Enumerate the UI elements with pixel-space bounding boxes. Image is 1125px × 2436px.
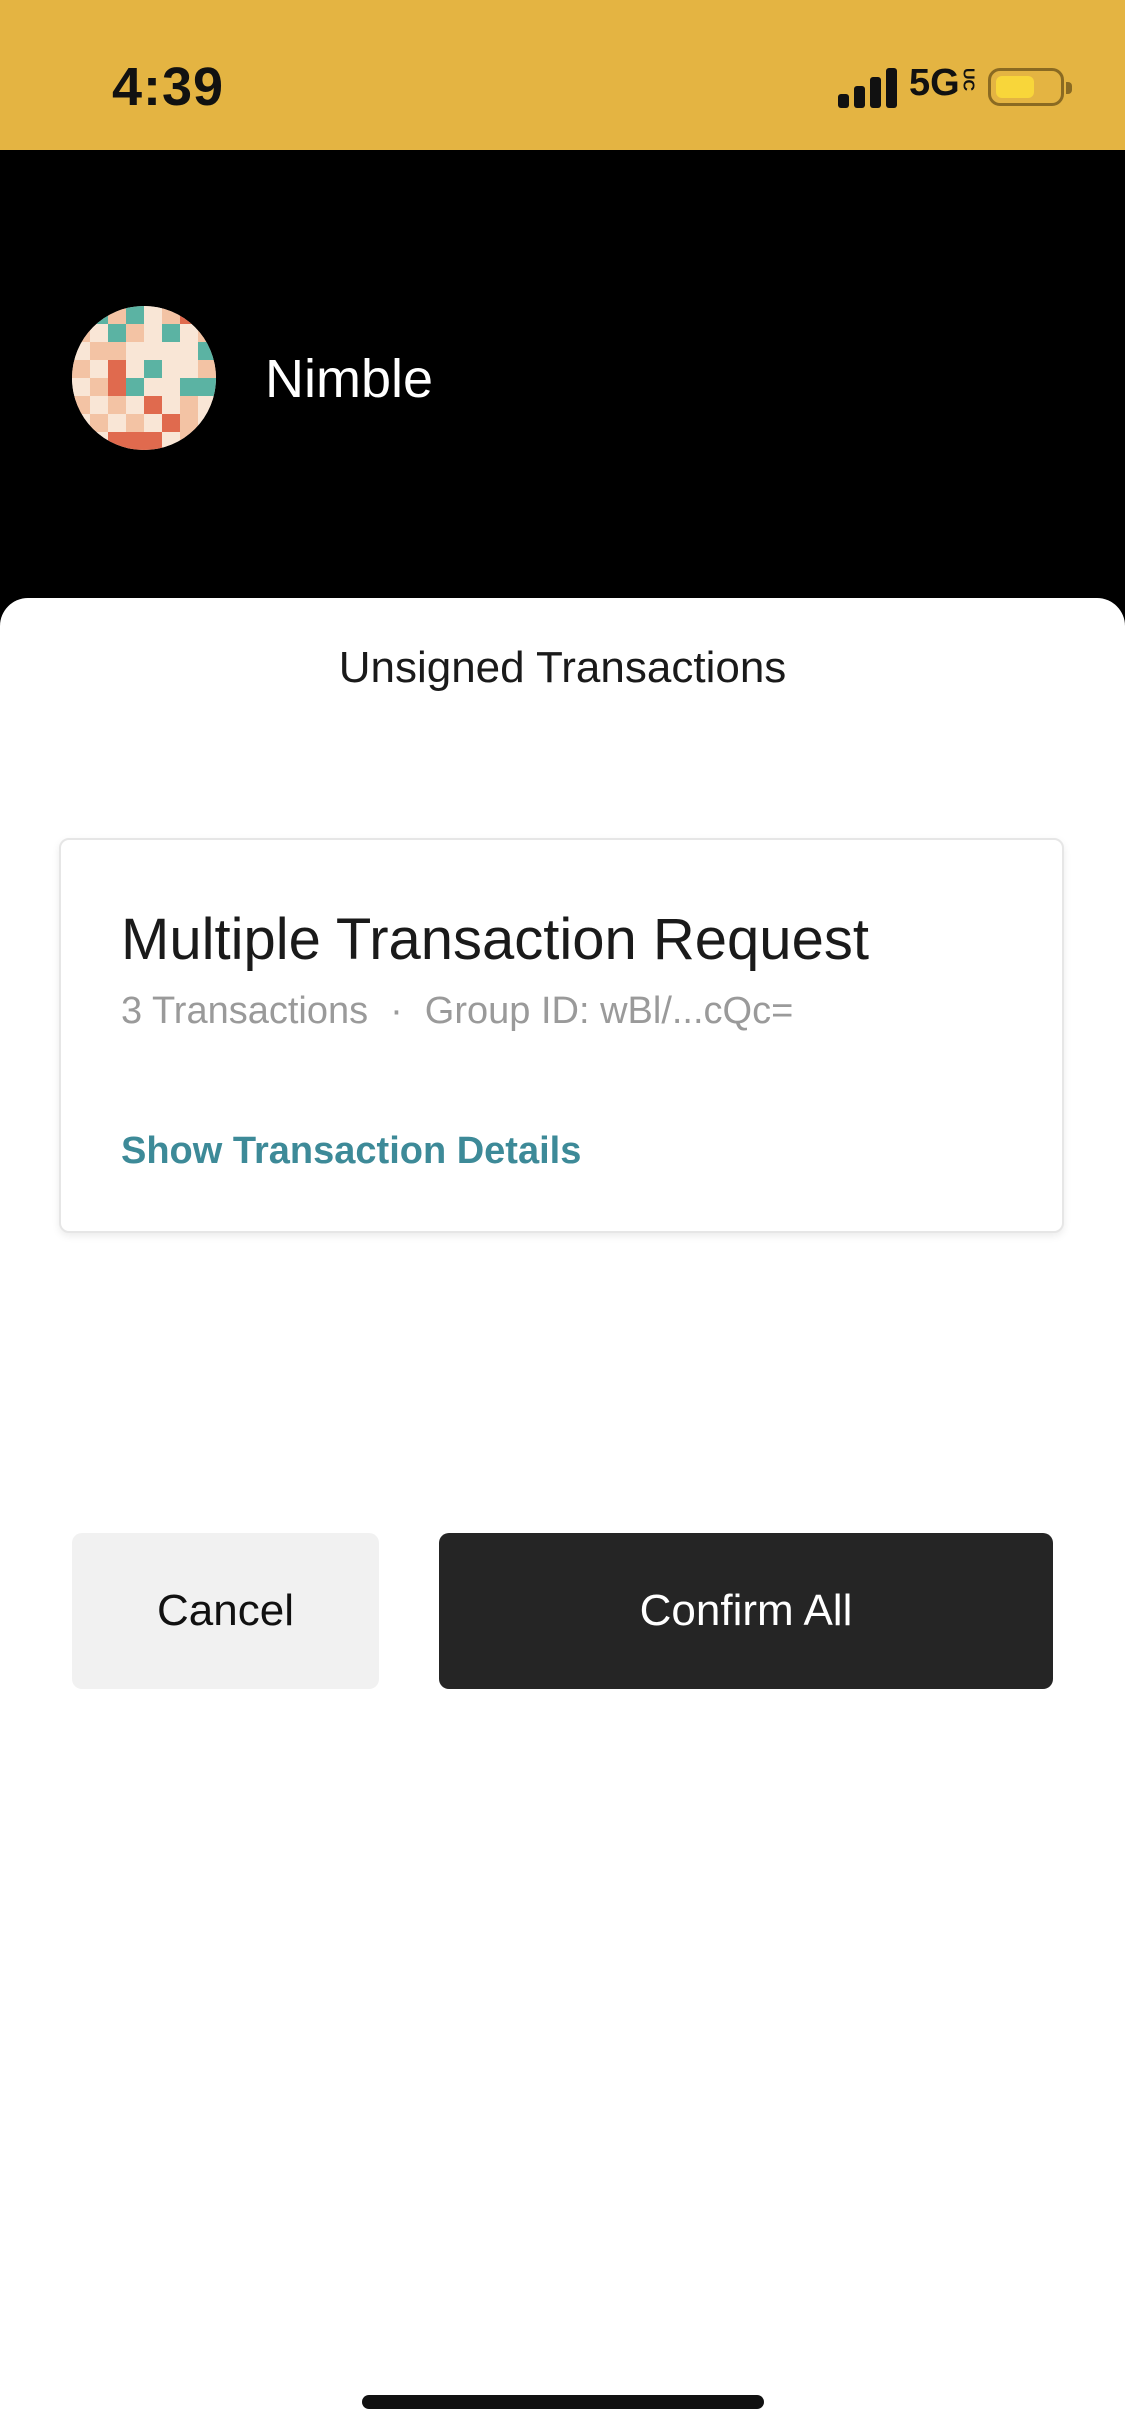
battery-icon [988, 68, 1072, 106]
network-sub-label: UC [959, 68, 977, 92]
transaction-card: Multiple Transaction Request 3 Transacti… [59, 838, 1064, 1233]
signal-icon [838, 68, 900, 108]
status-time: 4:39 [112, 57, 225, 117]
status-bar: 4:39 5GUC [0, 0, 1125, 150]
cancel-button[interactable]: Cancel [72, 1533, 379, 1689]
meta-separator: · [390, 990, 403, 1032]
transaction-count: 3 Transactions [121, 990, 369, 1032]
home-indicator [362, 2395, 764, 2409]
transaction-sheet: Unsigned Transactions Multiple Transacti… [0, 598, 1125, 2436]
sheet-title: Unsigned Transactions [338, 643, 787, 692]
confirm-all-button[interactable]: Confirm All [439, 1533, 1053, 1689]
group-id: Group ID: wBl/...cQc= [424, 990, 794, 1032]
app-name: Nimble [265, 349, 434, 409]
app-header: Nimble [0, 150, 1125, 600]
card-meta: 3 Transactions · Group ID: wBl/...cQc= [121, 990, 793, 1033]
network-indicator: 5GUC [909, 62, 977, 104]
card-title: Multiple Transaction Request [121, 907, 869, 972]
app-avatar-icon [72, 306, 216, 450]
show-transaction-details-link[interactable]: Show Transaction Details [121, 1130, 581, 1173]
